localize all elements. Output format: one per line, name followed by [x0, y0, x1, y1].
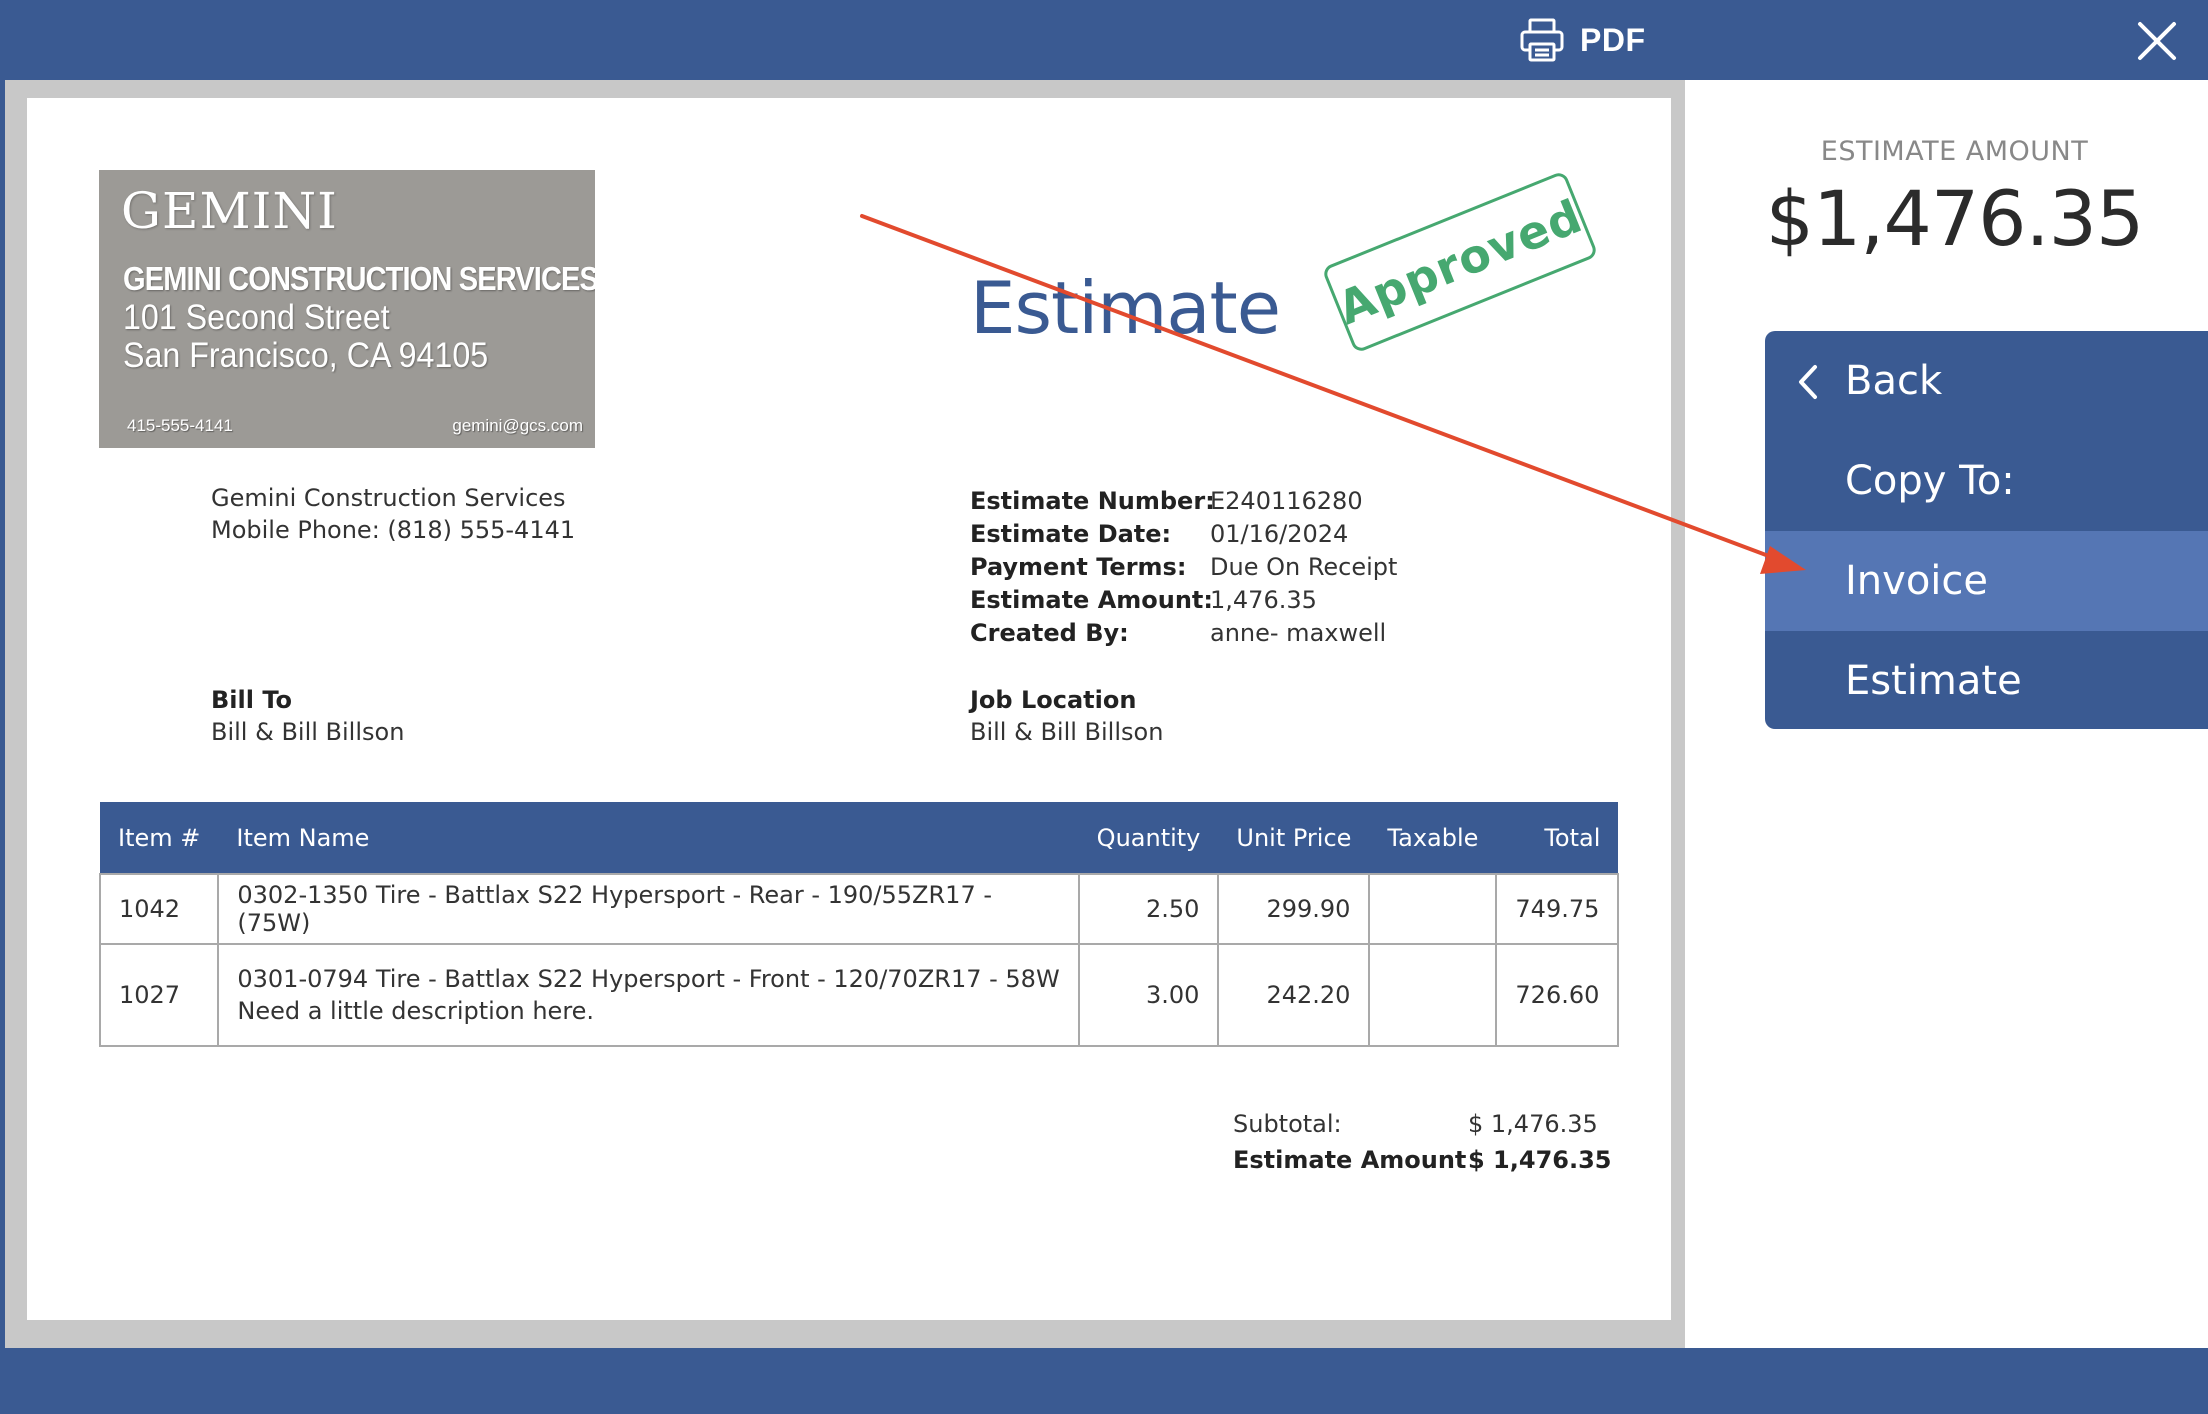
copy-to-estimate-option[interactable]: Estimate	[1765, 631, 2208, 729]
header-quantity: Quantity	[1078, 802, 1219, 874]
meta-row: Payment Terms: Due On Receipt	[970, 550, 1397, 583]
subtotal-row: Subtotal: $ 1,476.35	[1233, 1106, 1598, 1142]
job-location-title: Job Location	[970, 686, 1137, 714]
back-label: Back	[1845, 358, 1943, 404]
top-toolbar: PDF	[0, 0, 2208, 80]
logo-address-line1: 101 Second Street	[123, 298, 390, 337]
logo-email: gemini@gcs.com	[452, 416, 583, 435]
company-name: Gemini Construction Services	[211, 484, 566, 512]
copy-to-menu: Back Copy To: Invoice Estimate	[1765, 331, 2208, 729]
pdf-button[interactable]: PDF	[1518, 14, 1646, 66]
bill-to-title: Bill To	[211, 686, 292, 714]
close-icon[interactable]	[2136, 20, 2178, 62]
subtotal-value: $ 1,476.35	[1468, 1110, 1598, 1138]
job-location: Job Location Bill & Bill Billson	[970, 686, 1163, 750]
estimate-document: GEMINI GEMINI CONSTRUCTION SERVICES 101 …	[27, 98, 1671, 1320]
chevron-left-icon	[1799, 365, 1817, 399]
meta-value: E240116280	[1210, 486, 1363, 515]
cell-total: 749.75	[1495, 873, 1620, 945]
header-unit-price: Unit Price	[1218, 802, 1370, 874]
estimate-amount-row: Estimate Amount $ 1,476.35	[1233, 1142, 1612, 1178]
meta-label: Estimate Date:	[970, 519, 1172, 548]
meta-row: Estimate Amount: 1,476.35	[970, 583, 1397, 616]
table-header-row: Item # Item Name Quantity Unit Price Tax…	[100, 802, 1619, 874]
bottom-bar	[0, 1348, 2208, 1414]
logo-phone: 415-555-4141	[127, 416, 233, 435]
header-total: Total	[1496, 802, 1619, 874]
meta-value: 01/16/2024	[1210, 519, 1349, 548]
meta-row: Estimate Date: 01/16/2024	[970, 517, 1397, 550]
header-item-name: Item Name	[218, 802, 1079, 874]
meta-value: 1,476.35	[1210, 585, 1317, 614]
meta-label: Estimate Amount:	[970, 585, 1213, 614]
company-logo: GEMINI GEMINI CONSTRUCTION SERVICES 101 …	[99, 170, 595, 448]
logo-company-name: GEMINI CONSTRUCTION SERVICES	[123, 260, 595, 297]
bill-to-value: Bill & Bill Billson	[211, 718, 405, 746]
logo-address-line2: San Francisco, CA 94105	[123, 336, 489, 375]
printer-icon	[1520, 18, 1564, 62]
meta-label: Created By:	[970, 618, 1129, 647]
job-location-value: Bill & Bill Billson	[970, 718, 1164, 746]
approved-stamp: Approved	[1321, 170, 1599, 354]
bill-to: Bill To Bill & Bill Billson	[211, 686, 404, 750]
estimate-amount-label: Estimate Amount	[1233, 1146, 1467, 1174]
meta-label: Estimate Number:	[970, 486, 1215, 515]
table-row: 1027 0301-0794 Tire - Battlax S22 Hypers…	[98, 943, 1620, 1047]
header-item-number: Item #	[100, 802, 219, 874]
logo-title: GEMINI	[121, 182, 338, 240]
meta-row: Estimate Number: E240116280	[970, 484, 1397, 517]
table-row: 1042 0302-1350 Tire - Battlax S22 Hypers…	[98, 873, 1620, 945]
cell-item-number: 1042	[98, 873, 220, 945]
back-button[interactable]: Back	[1765, 331, 2208, 431]
pdf-label: PDF	[1580, 21, 1646, 58]
estimate-amount-value: $ 1,476.35	[1468, 1146, 1612, 1174]
cell-total: 726.60	[1495, 943, 1620, 1047]
copy-to-heading: Copy To:	[1845, 458, 2015, 504]
document-title: Estimate	[970, 266, 1281, 350]
meta-row: Created By: anne- maxwell	[970, 616, 1397, 649]
cell-item-number: 1027	[98, 943, 220, 1047]
item-name-text: 0301-0794 Tire - Battlax S22 Hypersport …	[237, 965, 1060, 993]
cell-unit-price: 242.20	[1217, 943, 1371, 1047]
cell-quantity: 3.00	[1077, 943, 1220, 1047]
items-table: Item # Item Name Quantity Unit Price Tax…	[98, 802, 1620, 1047]
cell-item-name: 0302-1350 Tire - Battlax S22 Hypersport …	[217, 873, 1080, 945]
cell-taxable	[1368, 873, 1498, 945]
header-taxable: Taxable	[1369, 802, 1497, 874]
cell-unit-price: 299.90	[1217, 873, 1371, 945]
item-description-text: Need a little description here.	[237, 997, 595, 1025]
subtotal-label: Subtotal:	[1233, 1110, 1342, 1138]
meta-value: Due On Receipt	[1210, 552, 1398, 581]
copy-to-invoice-option[interactable]: Invoice	[1765, 531, 2208, 631]
meta-value: anne- maxwell	[1210, 618, 1387, 647]
totals: Subtotal: $ 1,476.35 Estimate Amount $ 1…	[1233, 1106, 1612, 1178]
cell-taxable	[1368, 943, 1498, 1047]
company-phone: Mobile Phone: (818) 555-4141	[211, 516, 576, 544]
meta-label: Payment Terms:	[970, 552, 1187, 581]
cell-item-name: 0301-0794 Tire - Battlax S22 Hypersport …	[217, 943, 1080, 1047]
estimate-meta: Estimate Number: E240116280 Estimate Dat…	[970, 484, 1397, 649]
cell-quantity: 2.50	[1077, 873, 1220, 945]
estimate-amount-heading: ESTIMATE AMOUNT	[1820, 136, 2089, 167]
estimate-amount-display: $1,476.35	[1765, 174, 2145, 263]
document-viewer[interactable]: GEMINI GEMINI CONSTRUCTION SERVICES 101 …	[5, 80, 1685, 1348]
